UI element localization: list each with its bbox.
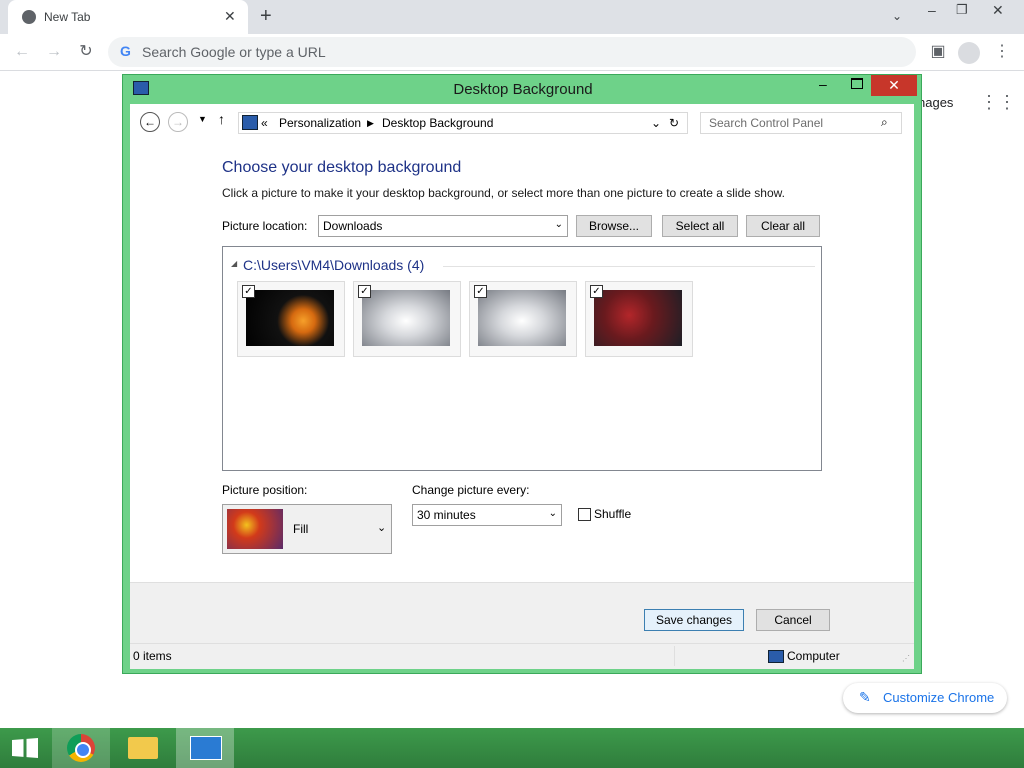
thumbnail-checkbox[interactable]: ✓ (590, 285, 603, 298)
customize-chrome-button[interactable]: ✎ Customize Chrome (843, 683, 1007, 713)
group-collapse-icon[interactable]: ◢ (231, 259, 237, 268)
chrome-favicon-icon (22, 10, 36, 24)
desktop-background-window: Desktop Background – ✕ ← → ▼ ↑ « Persona… (122, 74, 922, 674)
gray-gradient-image (478, 290, 566, 346)
window-maximize-icon[interactable] (851, 78, 863, 89)
new-tab-icon[interactable]: + (260, 5, 272, 28)
thumbnail-checkbox[interactable]: ✓ (358, 285, 371, 298)
chevron-down-icon: ⌄ (548, 508, 557, 519)
change-every-value: 30 minutes (417, 508, 476, 522)
thumbnail-windows-logo[interactable]: ✓ (237, 281, 345, 357)
group-divider (443, 266, 815, 267)
browse-button[interactable]: Browse... (576, 215, 652, 237)
control-panel-taskbar-icon[interactable] (176, 728, 234, 768)
picture-location-select[interactable]: Downloads ⌄ (318, 215, 568, 237)
file-explorer-icon[interactable] (114, 728, 172, 768)
google-g-icon: G (120, 43, 131, 59)
side-panel-icon[interactable]: ▣ (926, 40, 950, 64)
up-level-icon[interactable]: ↑ (218, 111, 225, 127)
thumbnail-red-soldiers[interactable]: ✓ (585, 281, 693, 357)
picture-position-value: Fill (293, 522, 309, 536)
thumbnail-checkbox[interactable]: ✓ (474, 285, 487, 298)
status-bar: 0 items Computer ⋰ (130, 643, 914, 669)
address-dropdown-icon[interactable]: ⌄ (651, 116, 661, 130)
chrome-taskbar-icon[interactable] (52, 728, 110, 768)
control-panel-icon (242, 115, 258, 130)
menu-icon[interactable]: ⋮ (990, 40, 1014, 64)
close-browser-icon[interactable]: ✕ (992, 2, 1004, 19)
computer-icon (768, 650, 784, 663)
refresh-icon[interactable]: ↻ (669, 116, 679, 130)
tab-new-tab[interactable]: New Tab ✕ (8, 0, 248, 34)
resize-grip-icon[interactable]: ⋰ (902, 654, 910, 663)
group-label: C:\Users\VM4\Downloads (4) (243, 257, 425, 273)
breadcrumb-personalization[interactable]: Personalization (279, 116, 361, 130)
pencil-icon: ✎ (859, 689, 871, 705)
picture-position-label: Picture position: (222, 483, 308, 497)
shuffle-checkbox[interactable] (578, 508, 591, 521)
reload-icon[interactable]: ↻ (74, 40, 98, 64)
breadcrumb-desktop-background[interactable]: Desktop Background (382, 116, 493, 130)
recent-locations-icon[interactable]: ▼ (198, 114, 207, 124)
flower-preview-image (227, 509, 283, 549)
omnibox-placeholder: Search Google or type a URL (142, 44, 326, 60)
minimize-icon[interactable]: – (928, 2, 936, 18)
chevron-down-icon: ⌄ (377, 522, 387, 534)
chevron-down-icon: ⌄ (554, 219, 563, 230)
status-computer: Computer (787, 649, 840, 663)
restore-icon[interactable]: ❐ (956, 2, 968, 18)
red-soldiers-image (594, 290, 682, 346)
address-bar[interactable]: « Personalization ▶ Desktop Background ⌄… (238, 112, 688, 134)
profile-avatar[interactable] (958, 42, 980, 64)
change-every-label: Change picture every: (412, 483, 530, 497)
customize-chrome-label: Customize Chrome (883, 690, 995, 705)
shuffle-label[interactable]: Shuffle (594, 507, 631, 521)
windows-logo-image (246, 290, 334, 346)
window-client-area: ← → ▼ ↑ « Personalization ▶ Desktop Back… (130, 104, 914, 669)
status-item-count: 0 items (133, 649, 172, 663)
save-changes-button[interactable]: Save changes (644, 609, 744, 631)
tab-search-icon[interactable]: ⌄ (892, 9, 902, 23)
omnibox[interactable]: G Search Google or type a URL (108, 37, 916, 67)
apps-grid-icon[interactable]: ⋮⋮⋮ (980, 92, 1024, 113)
change-every-select[interactable]: 30 minutes ⌄ (412, 504, 562, 526)
search-icon: ⌕ (881, 115, 888, 129)
window-minimize-icon[interactable]: – (819, 76, 827, 92)
start-windows-icon[interactable] (0, 728, 58, 768)
gray-gradient-image (362, 290, 450, 346)
breadcrumb-prefix: « (261, 116, 268, 130)
chrome-tab-bar: New Tab ✕ + ⌄ – ❐ ✕ (0, 0, 1024, 34)
select-all-button[interactable]: Select all (662, 215, 738, 237)
breadcrumb-separator-icon: ▶ (367, 118, 374, 128)
thumbnail-gray-gradient-1[interactable]: ✓ (353, 281, 461, 357)
back-icon[interactable]: ← (10, 40, 34, 64)
thumbnail-checkbox[interactable]: ✓ (242, 285, 255, 298)
thumbnail-gray-gradient-2[interactable]: ✓ (469, 281, 577, 357)
search-control-panel-input[interactable]: Search Control Panel ⌕ (700, 112, 902, 134)
nav-back-icon[interactable]: ← (140, 112, 160, 132)
window-close-button[interactable]: ✕ (871, 75, 917, 96)
forward-icon[interactable]: → (42, 40, 66, 64)
picture-gallery[interactable]: ◢ C:\Users\VM4\Downloads (4) ✓ ✓ ✓ ✓ (222, 246, 822, 471)
page-title: Choose your desktop background (222, 159, 462, 176)
tab-title: New Tab (44, 10, 91, 24)
picture-location-value: Downloads (323, 219, 383, 233)
picture-position-select[interactable]: Fill ⌄ (222, 504, 392, 554)
close-tab-icon[interactable]: ✕ (224, 8, 236, 25)
images-link[interactable]: nages (918, 95, 953, 110)
search-placeholder: Search Control Panel (709, 116, 824, 130)
cancel-button[interactable]: Cancel (756, 609, 830, 631)
taskbar (0, 728, 1024, 768)
page-description: Click a picture to make it your desktop … (222, 186, 785, 200)
window-title: Desktop Background (453, 81, 593, 98)
picture-location-label: Picture location: (222, 219, 308, 233)
nav-forward-icon[interactable]: → (168, 112, 188, 132)
clear-all-button[interactable]: Clear all (746, 215, 820, 237)
status-divider (674, 646, 675, 666)
